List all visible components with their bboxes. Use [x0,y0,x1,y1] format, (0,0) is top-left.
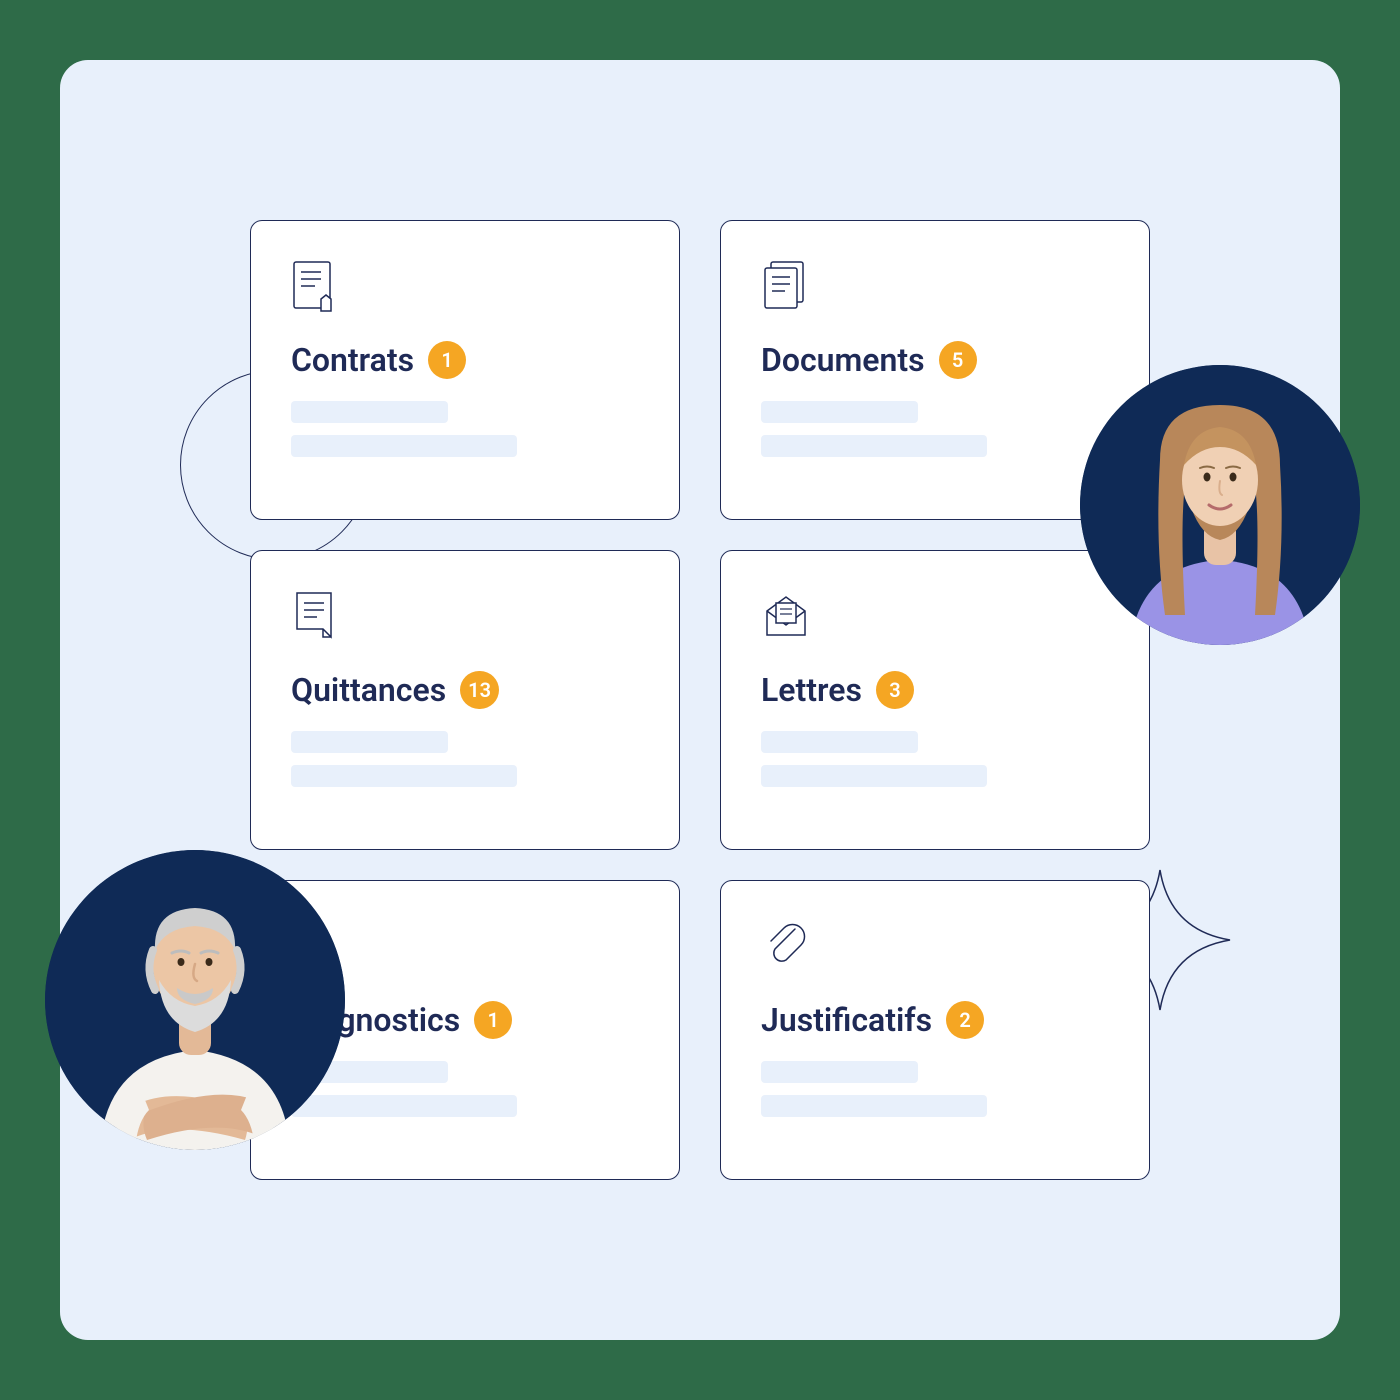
card-label: Quittances [291,671,446,709]
envelope-icon [761,589,811,645]
dashboard-panel: Contrats 1 Documents 5 [60,60,1340,1340]
contract-icon [291,259,341,315]
count-badge: 13 [460,671,499,709]
cards-grid: Contrats 1 Documents 5 [250,220,1150,1180]
placeholder-line [291,731,448,753]
card-lettres[interactable]: Lettres 3 [720,550,1150,850]
placeholder-line [291,435,517,457]
count-badge: 1 [428,341,466,379]
card-label: Lettres [761,671,862,709]
count-badge: 5 [939,341,977,379]
avatar-young-woman [1080,365,1360,645]
placeholder-line [761,1095,987,1117]
placeholder-line [761,435,987,457]
card-label: Contrats [291,341,414,379]
placeholder-line [761,765,987,787]
avatar-older-man [45,850,345,1150]
card-quittances[interactable]: Quittances 13 [250,550,680,850]
receipt-icon [291,589,341,645]
placeholder-line [291,765,517,787]
documents-icon [761,259,811,315]
placeholder-line [291,1095,517,1117]
placeholder-line [761,731,918,753]
card-contrats[interactable]: Contrats 1 [250,220,680,520]
placeholder-line [761,1061,918,1083]
paperclip-icon [761,919,811,975]
placeholder-line [291,401,448,423]
card-label: Documents [761,341,925,379]
placeholder-line [761,401,918,423]
count-badge: 3 [876,671,914,709]
card-justificatifs[interactable]: Justificatifs 2 [720,880,1150,1180]
count-badge: 1 [474,1001,512,1039]
count-badge: 2 [946,1001,984,1039]
card-label: Justificatifs [761,1001,932,1039]
